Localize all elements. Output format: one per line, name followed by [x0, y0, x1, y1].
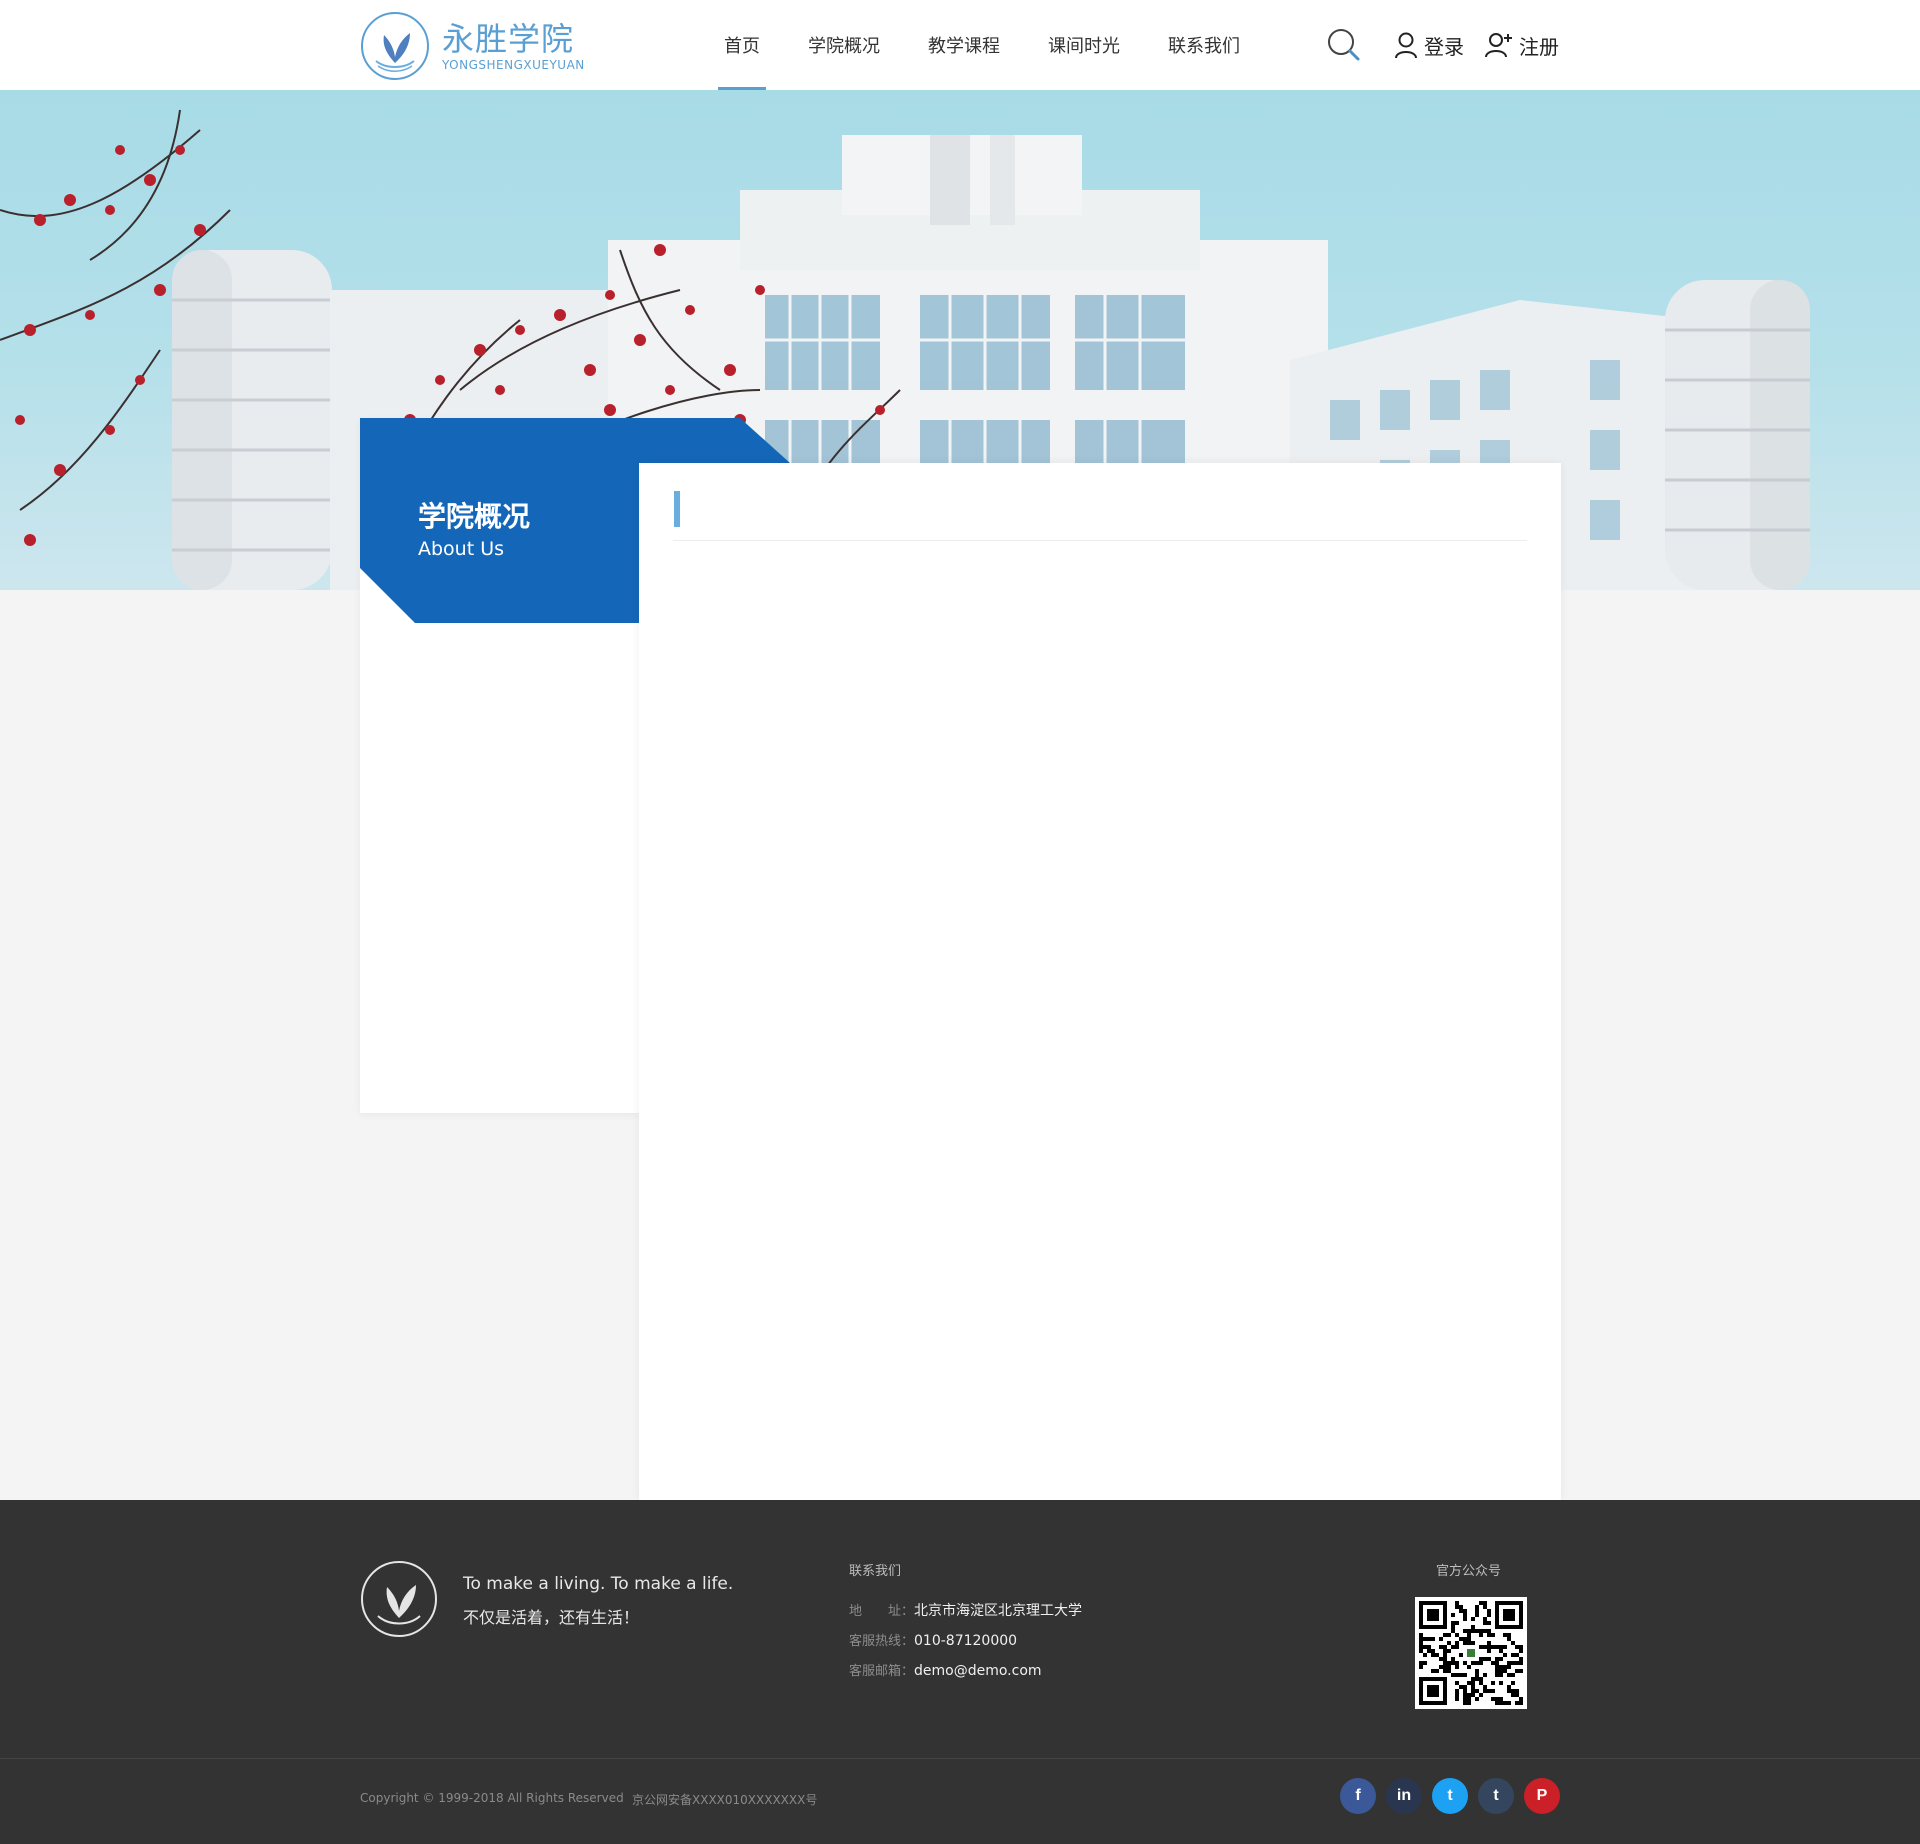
wechat-qr-code [1415, 1597, 1527, 1709]
login-button[interactable]: 登录 [1394, 28, 1464, 62]
facebook-icon[interactable]: f [1340, 1778, 1376, 1814]
site-footer: To make a living. To make a life. 不仅是活着，… [0, 1500, 1920, 1844]
search-icon[interactable] [1326, 27, 1362, 63]
pinterest-glyph: P [1536, 1787, 1548, 1804]
tumblr-glyph: t [1493, 1787, 1499, 1804]
email-label: 客服邮箱： [849, 1664, 915, 1679]
pinterest-icon[interactable]: P [1524, 1778, 1560, 1814]
linkedin-glyph: in [1396, 1787, 1412, 1804]
footer-qr-title: 官方公众号 [1436, 1564, 1502, 1579]
tumblr-icon[interactable]: t [1478, 1778, 1514, 1814]
logo-emblem-icon [361, 12, 429, 80]
footer-hotline: 客服热线：010-87120000 [849, 1630, 1017, 1649]
twitter-glyph: t [1447, 1787, 1453, 1804]
twitter-icon[interactable]: t [1432, 1778, 1468, 1814]
icp-text: 京公网安备XXXX010XXXXXXX号 [632, 1793, 818, 1807]
footer-slogan-cn: 不仅是活着，还有生活！ [463, 1608, 640, 1627]
footer-contact-title: 联系我们 [849, 1564, 902, 1579]
nav-contact[interactable]: 联系我们 [1144, 0, 1264, 90]
nav-courses[interactable]: 教学课程 [904, 0, 1024, 90]
logo-subtitle: YONGSHENGXUEYUAN [442, 58, 585, 72]
footer-slogan-en: To make a living. To make a life. [463, 1574, 734, 1594]
login-label: 登录 [1424, 34, 1464, 59]
qr-code-image [1419, 1601, 1523, 1705]
user-icon [1395, 32, 1417, 59]
facebook-glyph: f [1355, 1787, 1361, 1804]
copyright-text: Copyright © 1999-2018 All Rights Reserve… [360, 1791, 624, 1805]
footer-divider [0, 1758, 1920, 1759]
linkedin-icon[interactable]: in [1386, 1778, 1422, 1814]
register-label: 注册 [1519, 34, 1559, 59]
content-divider [673, 540, 1527, 541]
nav-campus-time[interactable]: 课间时光 [1024, 0, 1144, 90]
register-button[interactable]: 注册 [1485, 28, 1559, 62]
logo-title: 永胜学院 [442, 20, 575, 58]
nav-home[interactable]: 首页 [700, 0, 784, 90]
main-nav: 首页 学院概况 教学课程 课间时光 联系我们 [700, 0, 1264, 90]
footer-email: 客服邮箱：demo@demo.com [849, 1660, 1042, 1679]
footer-logo-icon [361, 1561, 437, 1637]
hotline-value[interactable]: 010-87120000 [914, 1633, 1017, 1649]
address-label: 地 址： [849, 1604, 915, 1619]
email-link[interactable]: demo@demo.com [914, 1663, 1042, 1679]
hotline-label: 客服热线： [849, 1634, 915, 1649]
address-value: 北京市海淀区北京理工大学 [914, 1603, 1083, 1619]
content-panel [639, 463, 1561, 1500]
content-title-marker [674, 491, 680, 527]
nav-about[interactable]: 学院概况 [784, 0, 904, 90]
sidebar-title: 学院概况 [418, 500, 531, 533]
footer-address: 地 址：北京市海淀区北京理工大学 [849, 1600, 1082, 1620]
site-header: 永胜学院 YONGSHENGXUEYUAN 首页 学院概况 教学课程 课间时光 … [0, 0, 1920, 90]
add-user-icon [1485, 33, 1512, 58]
site-logo[interactable]: 永胜学院 YONGSHENGXUEYUAN [360, 10, 585, 82]
sidebar-subtitle: About Us [418, 538, 505, 560]
